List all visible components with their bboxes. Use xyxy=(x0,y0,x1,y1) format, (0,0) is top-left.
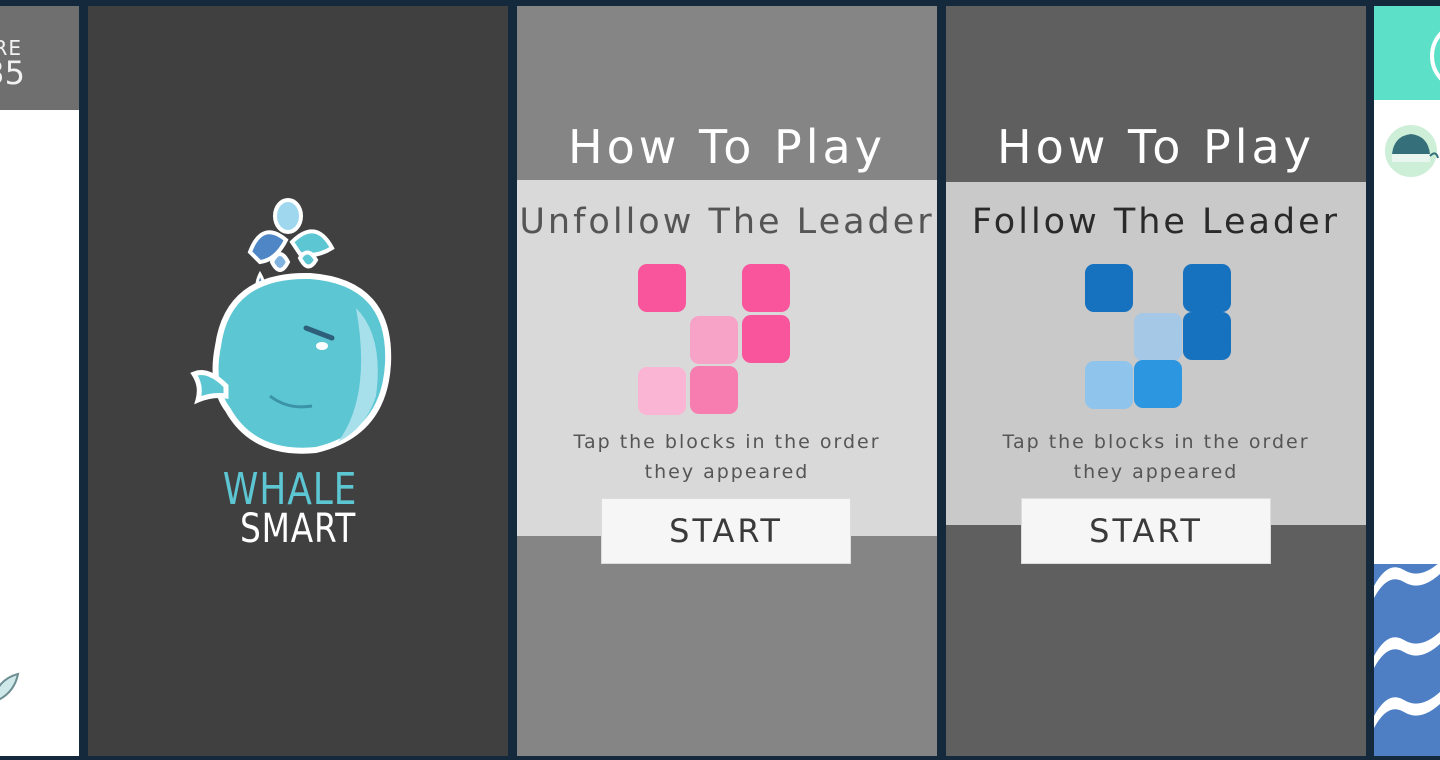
pattern-block xyxy=(1183,312,1231,360)
pattern-block xyxy=(1134,360,1182,408)
whale-icon xyxy=(190,198,392,454)
pattern-block xyxy=(690,316,738,364)
start-button[interactable]: START xyxy=(1021,498,1271,564)
pattern-block xyxy=(638,367,686,415)
pattern-block xyxy=(1183,264,1231,312)
pattern-block xyxy=(1085,361,1133,409)
mode-title: Follow The Leader xyxy=(971,202,1341,242)
whale-avatar-icon[interactable] xyxy=(1380,120,1440,182)
start-button[interactable]: START xyxy=(601,498,851,564)
game-screen-panel xyxy=(1374,6,1440,756)
score-screen-panel: RE 35 xyxy=(0,6,79,756)
instruction-line1: Tap the blocks in the order xyxy=(1002,431,1310,453)
follow-howto-panel: How To Play Follow The Leader Tap the bl… xyxy=(946,6,1366,756)
unfollow-howto-panel: How To Play Unfollow The Leader Tap the … xyxy=(517,6,937,756)
instruction-line2: they appeared xyxy=(644,461,810,483)
howto-title: How To Play xyxy=(568,120,886,174)
score-header: RE 35 xyxy=(0,6,79,110)
pattern-block xyxy=(742,315,790,363)
instruction-text: Tap the blocks in the order they appeare… xyxy=(976,427,1336,487)
instruction-line1: Tap the blocks in the order xyxy=(573,431,881,453)
top-bar xyxy=(1374,6,1440,100)
instruction-text: Tap the blocks in the order they appeare… xyxy=(547,427,907,487)
pattern-block xyxy=(690,366,738,414)
pattern-block xyxy=(1085,264,1133,312)
pattern-block xyxy=(742,264,790,312)
score-value: 35 xyxy=(0,54,25,92)
howto-title: How To Play xyxy=(997,120,1315,174)
whale-fin-icon xyxy=(0,672,20,701)
sea-waves xyxy=(1374,562,1440,756)
instruction-line2: they appeared xyxy=(1073,461,1239,483)
app-title-word2: SMART xyxy=(239,506,357,552)
pattern-block xyxy=(638,264,686,312)
profile-ring-icon[interactable] xyxy=(1430,21,1440,91)
mode-title: Unfollow The Leader xyxy=(519,202,935,242)
pattern-block xyxy=(1134,313,1182,361)
splash-panel: WHALE SMART xyxy=(88,6,508,756)
